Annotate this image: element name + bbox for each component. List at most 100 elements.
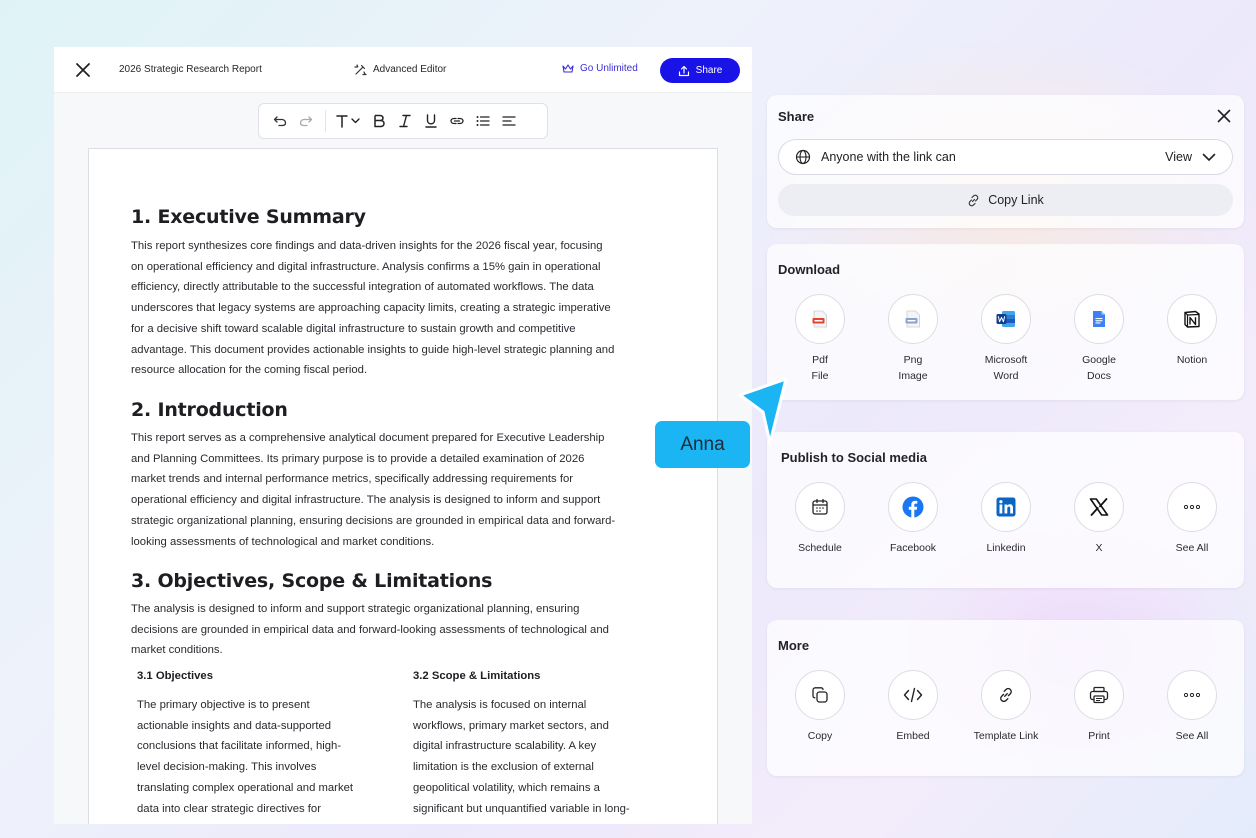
bold-button[interactable] — [366, 108, 392, 134]
x-button[interactable] — [1074, 482, 1124, 532]
schedule-button[interactable] — [795, 482, 845, 532]
linkedin-label: Linkedin — [986, 542, 1026, 554]
objectives-column: The primary objective is to present acti… — [137, 695, 383, 819]
social-see-all-label: See All — [1175, 542, 1209, 554]
social-see-all-option[interactable]: See All — [1167, 482, 1217, 556]
social-facebook-option[interactable]: Facebook — [888, 482, 938, 556]
text-line: digital infrastructure scalability. A ke… — [413, 740, 597, 753]
align-button[interactable] — [496, 108, 522, 134]
copy-link-button[interactable]: Copy Link — [778, 184, 1233, 216]
advanced-editor-label: Advanced Editor — [373, 64, 447, 75]
more-see-all-option[interactable]: See All — [1167, 670, 1217, 744]
section-heading: 2. Introduction — [131, 399, 288, 421]
share-button-label: Share — [695, 65, 723, 76]
text-line: level decision-making. This involves — [137, 761, 317, 774]
x-icon — [1089, 498, 1109, 516]
close-icon[interactable] — [74, 61, 92, 79]
template-link-button[interactable] — [981, 670, 1031, 720]
close-icon[interactable] — [1216, 108, 1232, 124]
facebook-button[interactable] — [888, 482, 938, 532]
undo-button[interactable] — [267, 108, 293, 134]
format-toolbar — [258, 103, 548, 139]
more-template-link-option[interactable]: Template Link — [974, 670, 1038, 744]
template-link-label: Template Link — [973, 730, 1039, 742]
section-heading: 3. Objectives, Scope & Limitations — [131, 570, 493, 592]
italic-button[interactable] — [392, 108, 418, 134]
subsection-heading: 3.2 Scope & Limitations — [413, 670, 541, 682]
link-access-label: Anyone with the link can — [821, 150, 956, 164]
download-png-option[interactable]: Png Image — [888, 294, 938, 384]
link-icon — [968, 194, 979, 206]
download-png-button[interactable] — [888, 294, 938, 344]
copy-link-label: Copy Link — [988, 193, 1044, 207]
text-line: and Planning Committees. Its primary pur… — [131, 452, 585, 465]
text-line: limitation is the exclusion of external — [413, 761, 594, 774]
copy-button[interactable] — [795, 670, 845, 720]
toolbar-divider — [325, 110, 326, 132]
document-title[interactable]: 2026 Strategic Research Report — [119, 64, 262, 75]
linkedin-button[interactable] — [981, 482, 1031, 532]
download-word-option[interactable]: Microsoft Word — [981, 294, 1031, 384]
social-x-option[interactable]: X — [1074, 482, 1124, 556]
text-line: advantage. This document provides action… — [131, 343, 615, 356]
download-notion-label: Notion — [1176, 354, 1208, 366]
download-google-docs-option[interactable]: Google Docs — [1074, 294, 1124, 384]
download-notion-option[interactable]: Notion — [1167, 294, 1217, 384]
text-line: market conditions. — [131, 644, 223, 657]
more-print-option[interactable]: Print — [1074, 670, 1124, 744]
editor-topbar: 2026 Strategic Research Report Advanced … — [54, 47, 752, 93]
text-line: operational efficiency and digital infra… — [131, 494, 601, 507]
download-pdf-button[interactable] — [795, 294, 845, 344]
download-notion-button[interactable] — [1167, 294, 1217, 344]
text-line: This report serves as a comprehensive an… — [131, 432, 605, 444]
more-icon — [1184, 693, 1200, 697]
text-line: resource allocation for the coming fisca… — [131, 364, 368, 377]
more-see-all-button[interactable] — [1167, 670, 1217, 720]
more-embed-option[interactable]: Embed — [888, 670, 938, 744]
bullet-list-icon — [476, 116, 490, 126]
schedule-label: Schedule — [798, 542, 842, 554]
link-icon — [1000, 687, 1012, 703]
section-paragraph: This report serves as a comprehensive an… — [131, 428, 676, 552]
download-word-label: Microsoft Word — [984, 354, 1028, 382]
document-editor: 2026 Strategic Research Report Advanced … — [54, 47, 752, 824]
pdf-file-icon — [812, 310, 827, 328]
print-button[interactable] — [1074, 670, 1124, 720]
download-pdf-option[interactable]: Pdf File — [795, 294, 845, 384]
download-google-docs-label: Google Docs — [1082, 354, 1116, 382]
social-linkedin-option[interactable]: Linkedin — [981, 482, 1031, 556]
text-line: actionable insights and data-supported — [137, 719, 332, 732]
download-word-button[interactable] — [981, 294, 1031, 344]
text-line: workflows, primary market sectors, and — [413, 719, 609, 732]
redo-button[interactable] — [293, 108, 319, 134]
underline-button[interactable] — [418, 108, 444, 134]
section-heading: 1. Executive Summary — [131, 206, 366, 228]
text-line: geopolitical volatility, which remains a — [413, 781, 600, 794]
text-line: data into clear strategic directives for — [137, 802, 321, 815]
link-access-select[interactable]: Anyone with the link can View — [778, 139, 1233, 175]
share-button[interactable]: Share — [660, 58, 740, 83]
download-options: Pdf File Png Image Microsoft Word Google… — [795, 294, 1217, 384]
bullet-list-button[interactable] — [470, 108, 496, 134]
more-copy-option[interactable]: Copy — [795, 670, 845, 744]
advanced-editor-button[interactable]: Advanced Editor — [354, 63, 446, 76]
magic-wand-icon — [354, 64, 367, 76]
redo-icon — [299, 116, 313, 127]
embed-button[interactable] — [888, 670, 938, 720]
subsection-heading: 3.1 Objectives — [137, 670, 213, 682]
permission-dropdown[interactable]: View — [1165, 150, 1216, 164]
text-line: translating complex operational and mark… — [137, 781, 354, 794]
social-see-all-button[interactable] — [1167, 482, 1217, 532]
text-style-dropdown[interactable] — [332, 108, 366, 134]
embed-label: Embed — [896, 730, 930, 742]
document-page[interactable]: 1. Executive Summary This report synthes… — [88, 148, 718, 824]
download-google-docs-button[interactable] — [1074, 294, 1124, 344]
more-icon — [1184, 505, 1200, 509]
permission-value: View — [1165, 150, 1192, 164]
text-line: on operational efficiency and digital in… — [131, 260, 601, 273]
go-unlimited-button[interactable]: Go Unlimited — [562, 63, 638, 74]
link-button[interactable] — [444, 108, 470, 134]
text-line: The primary objective is to present — [137, 699, 310, 711]
text-line: efficiency, directly attributable to the… — [131, 281, 594, 294]
social-schedule-option[interactable]: Schedule — [795, 482, 845, 556]
